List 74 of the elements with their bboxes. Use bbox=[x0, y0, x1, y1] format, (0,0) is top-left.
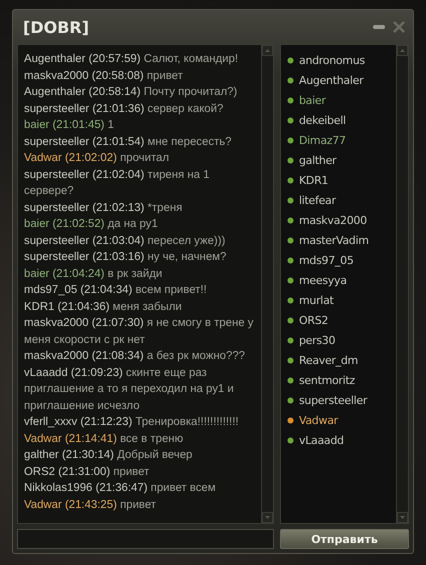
status-icon bbox=[287, 96, 294, 104]
scroll-down-icon[interactable] bbox=[397, 512, 408, 523]
status-icon bbox=[287, 316, 294, 324]
member-name[interactable]: Augenthaler bbox=[299, 74, 364, 86]
member-name[interactable]: murlat bbox=[299, 294, 334, 306]
chat-message: Vadwar (21:14:41) все в треню bbox=[24, 432, 184, 446]
status-icon bbox=[287, 216, 294, 224]
chat-message: maskva2000 (21:08:34) а без рк можно??? bbox=[24, 349, 246, 364]
member-name[interactable]: baier bbox=[299, 94, 326, 106]
status-icon bbox=[287, 156, 294, 164]
status-icon bbox=[287, 396, 294, 404]
chat-message: maskva2000 (20:58:08) привет bbox=[24, 68, 184, 84]
chat-message: supersteeller (21:02:04) тиреня на 1 сервере? bbox=[24, 168, 210, 199]
member-name[interactable]: vLaaadd bbox=[299, 434, 344, 446]
chat-message: Nikkolas1996 (21:36:47) привет всем bbox=[24, 481, 217, 496]
chat-message: Vadwar (21:43:25) привет bbox=[24, 498, 158, 512]
status-icon bbox=[287, 296, 294, 304]
status-icon bbox=[287, 336, 294, 344]
member-name[interactable]: maskva2000 bbox=[299, 214, 367, 226]
chat-message: supersteeller (21:02:13) *треня bbox=[24, 200, 184, 216]
status-icon bbox=[287, 356, 294, 364]
chat-message: baier (21:04:24) в рк зайди bbox=[24, 266, 164, 282]
chat-message: mds97_05 (21:04:34) всем привет!! bbox=[24, 283, 208, 298]
member-name[interactable]: litefear bbox=[299, 194, 336, 206]
chat-message: Augenthaler (20:57:59) Салют, командир! bbox=[24, 52, 240, 67]
window-title: [DOBR] bbox=[23, 18, 90, 36]
status-icon bbox=[287, 276, 294, 284]
member-name[interactable]: galther bbox=[299, 154, 336, 166]
member-name[interactable]: dekeibell bbox=[299, 114, 346, 126]
chat-message: supersteeller (21:01:54) мне пересесть? bbox=[24, 134, 233, 150]
member-name[interactable]: supersteeller bbox=[299, 394, 368, 406]
status-icon bbox=[287, 196, 294, 204]
scrollbar[interactable] bbox=[261, 45, 273, 523]
member-name[interactable]: Dimaz77 bbox=[299, 134, 346, 146]
chat-message: supersteeller (21:01:36) сервер какой? bbox=[24, 102, 224, 116]
member-name[interactable]: mds97_05 bbox=[299, 254, 354, 266]
scroll-down-icon[interactable] bbox=[262, 512, 273, 523]
status-icon bbox=[287, 136, 294, 144]
chat-message: Augenthaler (20:58:14) Почту прочитал?) bbox=[24, 85, 238, 100]
chat-message: vLaaadd (21:09:23) скинте еще раз приглашение а то я переходил на ру1 и приглашение исчезло bbox=[24, 366, 235, 414]
status-icon bbox=[287, 176, 294, 184]
status-icon bbox=[287, 436, 294, 444]
scroll-up-icon[interactable] bbox=[262, 45, 273, 56]
status-icon bbox=[287, 416, 294, 424]
chat-message: ORS2 (21:31:00) привет bbox=[24, 464, 150, 480]
message-input[interactable] bbox=[17, 529, 274, 549]
status-icon bbox=[287, 236, 294, 244]
member-name[interactable]: pers30 bbox=[299, 334, 336, 346]
status-icon bbox=[287, 256, 294, 264]
chat-message: Vadwar (21:02:02) прочитал bbox=[24, 151, 170, 166]
close-icon[interactable] bbox=[393, 21, 405, 33]
send-button[interactable]: Отправить bbox=[280, 529, 409, 549]
status-icon bbox=[287, 376, 294, 384]
chat-message: baier (21:01:45) 1 bbox=[24, 118, 115, 133]
chat-message: KDR1 (21:04:36) меня забыли bbox=[24, 300, 183, 314]
minimize-icon[interactable] bbox=[373, 24, 385, 30]
chat-message: supersteeller (21:03:04) пересел уже))) bbox=[24, 234, 226, 248]
member-name[interactable]: sentmoritz bbox=[299, 374, 355, 386]
member-name[interactable]: ORS2 bbox=[299, 314, 328, 326]
status-icon bbox=[287, 76, 294, 84]
member-name[interactable]: andronomus bbox=[299, 54, 365, 66]
scroll-up-icon[interactable] bbox=[397, 45, 408, 56]
member-name[interactable]: Reaver_dm bbox=[299, 354, 358, 366]
member-name[interactable]: KDR1 bbox=[299, 174, 328, 186]
chat-message: vferll_xxxv (21:12:23) Тренировка!!!!!!!!!!!!! bbox=[24, 415, 240, 430]
member-name[interactable]: masterVadim bbox=[299, 234, 369, 246]
chat-message: supersteeller (21:03:16) ну че, начнем? bbox=[24, 250, 228, 265]
status-icon bbox=[287, 56, 294, 64]
scrollbar[interactable] bbox=[396, 45, 408, 523]
status-icon bbox=[287, 116, 294, 124]
member-name[interactable]: Vadwar bbox=[299, 414, 338, 426]
chat-message: baier (21:02:52) да на ру1 bbox=[24, 217, 159, 232]
member-name[interactable]: meesyya bbox=[299, 274, 347, 286]
chat-message: galther (21:30:14) Добрый вечер bbox=[24, 448, 194, 463]
